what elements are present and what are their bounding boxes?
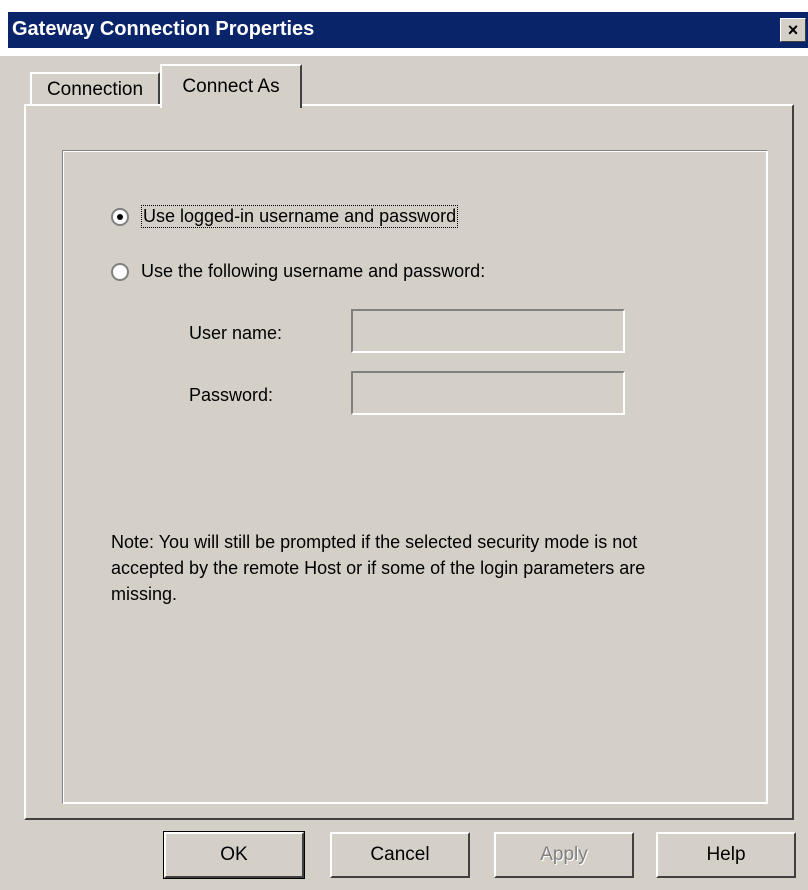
radio-following-row[interactable]: Use the following username and password: — [111, 261, 485, 282]
password-field[interactable] — [351, 371, 625, 415]
password-label: Password: — [189, 385, 274, 405]
tab-connection-label: Connection — [46, 79, 144, 100]
cancel-button-label: Cancel — [370, 844, 430, 865]
radio-following-label: Use the following username and password: — [141, 261, 486, 281]
radio-logged-in[interactable] — [111, 207, 129, 226]
ok-button[interactable]: OK — [163, 831, 305, 879]
username-label: User name: — [189, 323, 283, 343]
title-bar-fill: Gateway Connection Properties — [8, 12, 808, 48]
tab-connect-as-label: Connect As — [182, 76, 280, 97]
close-icon: × — [787, 20, 799, 40]
radio-following[interactable] — [111, 262, 129, 281]
apply-button-label: Apply — [540, 844, 588, 865]
radio-logged-in-row[interactable]: Use logged-in username and password — [111, 205, 459, 228]
tab-panel: Use logged-in username and password Use … — [24, 104, 794, 820]
help-button[interactable]: Help — [656, 832, 796, 878]
radio-logged-in-label: Use logged-in username and password — [141, 205, 459, 228]
ok-button-label: OK — [220, 844, 248, 865]
apply-button[interactable]: Apply — [494, 832, 634, 878]
note-text: Note: You will still be prompted if the … — [111, 532, 646, 604]
cancel-button[interactable]: Cancel — [330, 832, 470, 878]
username-field[interactable] — [351, 309, 625, 353]
tab-connect-as[interactable]: Connect As — [160, 64, 302, 108]
window-title: Gateway Connection Properties — [12, 18, 315, 40]
title-bar: Gateway Connection Properties — [0, 0, 808, 56]
tab-connection[interactable]: Connection — [30, 72, 160, 106]
radio-selected-dot — [117, 213, 123, 220]
options-frame: Use logged-in username and password Use … — [62, 150, 768, 804]
close-button[interactable]: × — [780, 18, 806, 42]
help-button-label: Help — [706, 844, 746, 865]
